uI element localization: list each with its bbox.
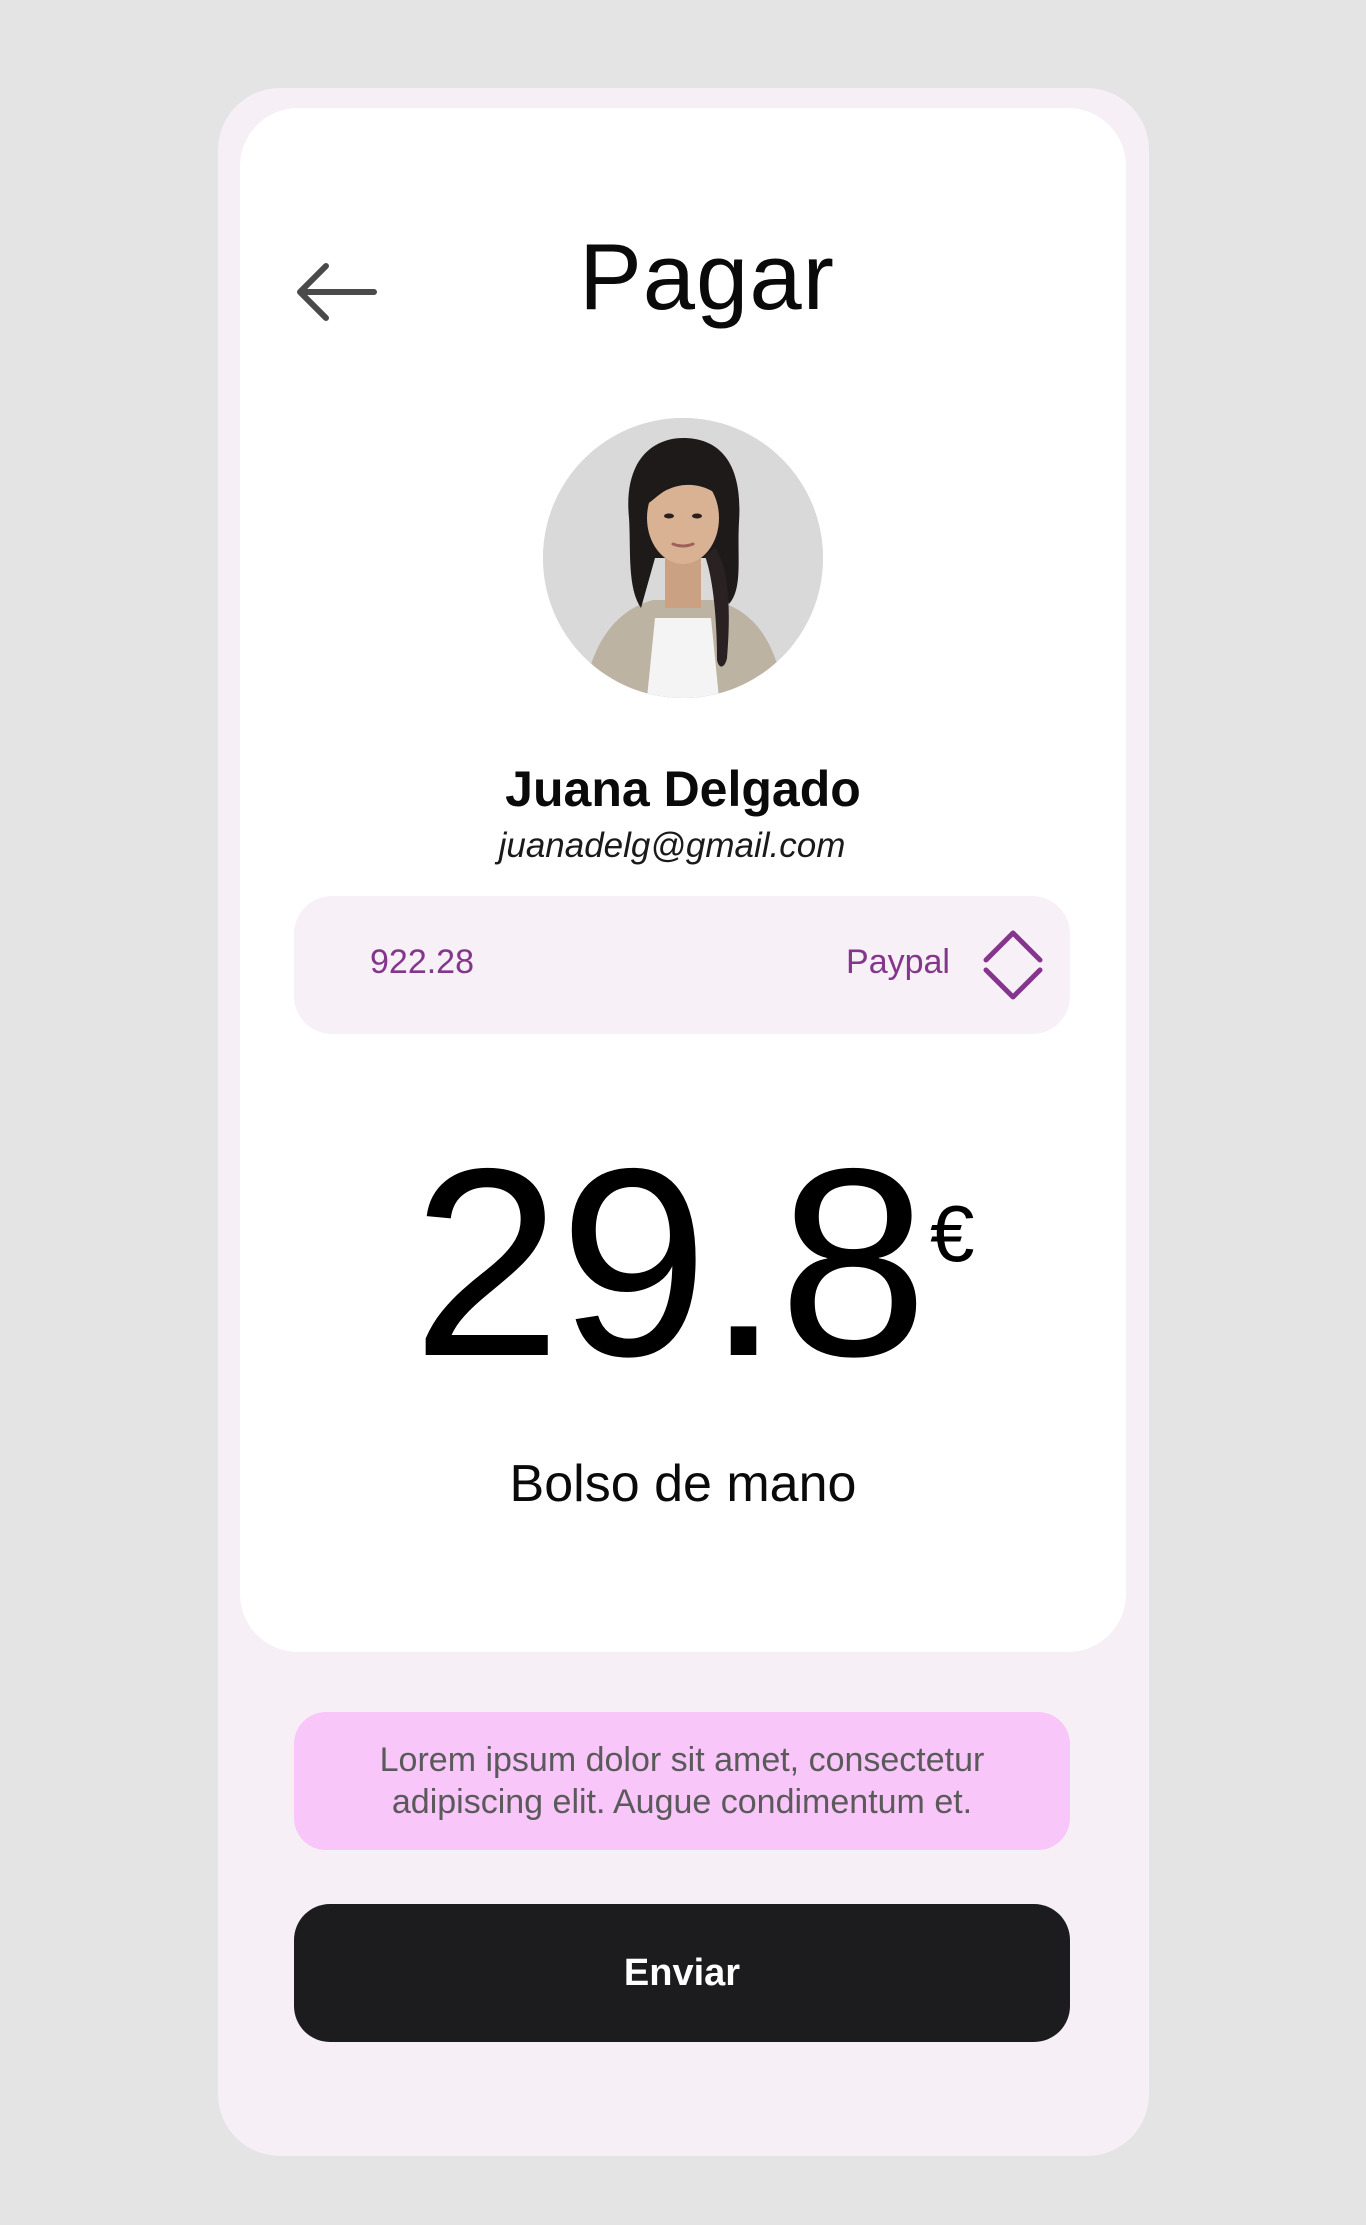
profile-photo	[543, 418, 823, 698]
payment-method-label: Paypal	[846, 943, 950, 981]
info-notice: Lorem ipsum dolor sit amet, consectetur …	[294, 1712, 1070, 1850]
product-name: Bolso de mano	[509, 1455, 857, 1513]
payment-amount: 29.8	[412, 1112, 928, 1412]
payment-card: Pagar Juana Delgado juanadelg@gmail.com …	[240, 108, 1126, 1652]
chevron-up-down-icon[interactable]	[982, 928, 1044, 1002]
avatar	[543, 418, 823, 698]
currency-symbol: €	[930, 1189, 975, 1278]
page-title: Pagar	[579, 224, 835, 329]
user-email: juanadelg@gmail.com	[498, 826, 846, 865]
notice-text: Lorem ipsum dolor sit amet, consectetur …	[379, 1741, 985, 1821]
send-button[interactable]: Enviar	[294, 1904, 1070, 2042]
account-balance: 922.28	[370, 943, 474, 981]
user-name: Juana Delgado	[505, 761, 861, 817]
payment-method-selector[interactable]: 922.28 Paypal	[294, 896, 1070, 1034]
app-frame: Pagar Juana Delgado juanadelg@gmail.com …	[218, 88, 1149, 2156]
